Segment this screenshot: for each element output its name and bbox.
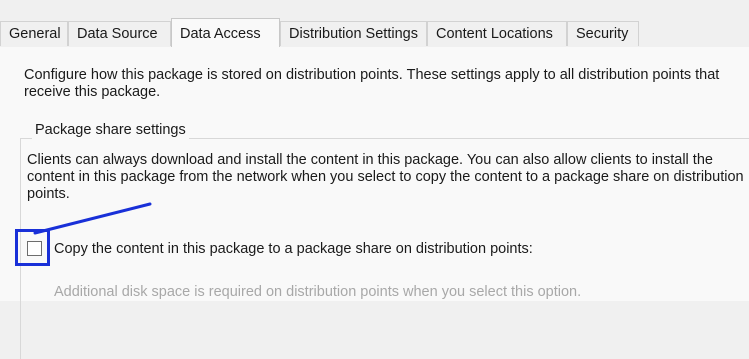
copy-to-package-share-label[interactable]: Copy the content in this package to a pa… (54, 241, 533, 258)
tab-general[interactable]: General (0, 21, 68, 46)
annotation-highlight-box (15, 229, 50, 266)
data-access-panel: Configure how this package is stored on … (0, 47, 749, 359)
disk-space-note: Additional disk space is required on dis… (54, 284, 582, 300)
tab-bar: General Data Source Data Access Distribu… (0, 18, 749, 48)
tab-security[interactable]: Security (567, 21, 639, 46)
tab-content-locations[interactable]: Content Locations (427, 21, 567, 46)
annotation-arrow (33, 202, 152, 235)
tab-data-access[interactable]: Data Access (171, 18, 280, 48)
tab-distribution-settings[interactable]: Distribution Settings (280, 21, 427, 46)
tab-data-source[interactable]: Data Source (68, 21, 171, 46)
